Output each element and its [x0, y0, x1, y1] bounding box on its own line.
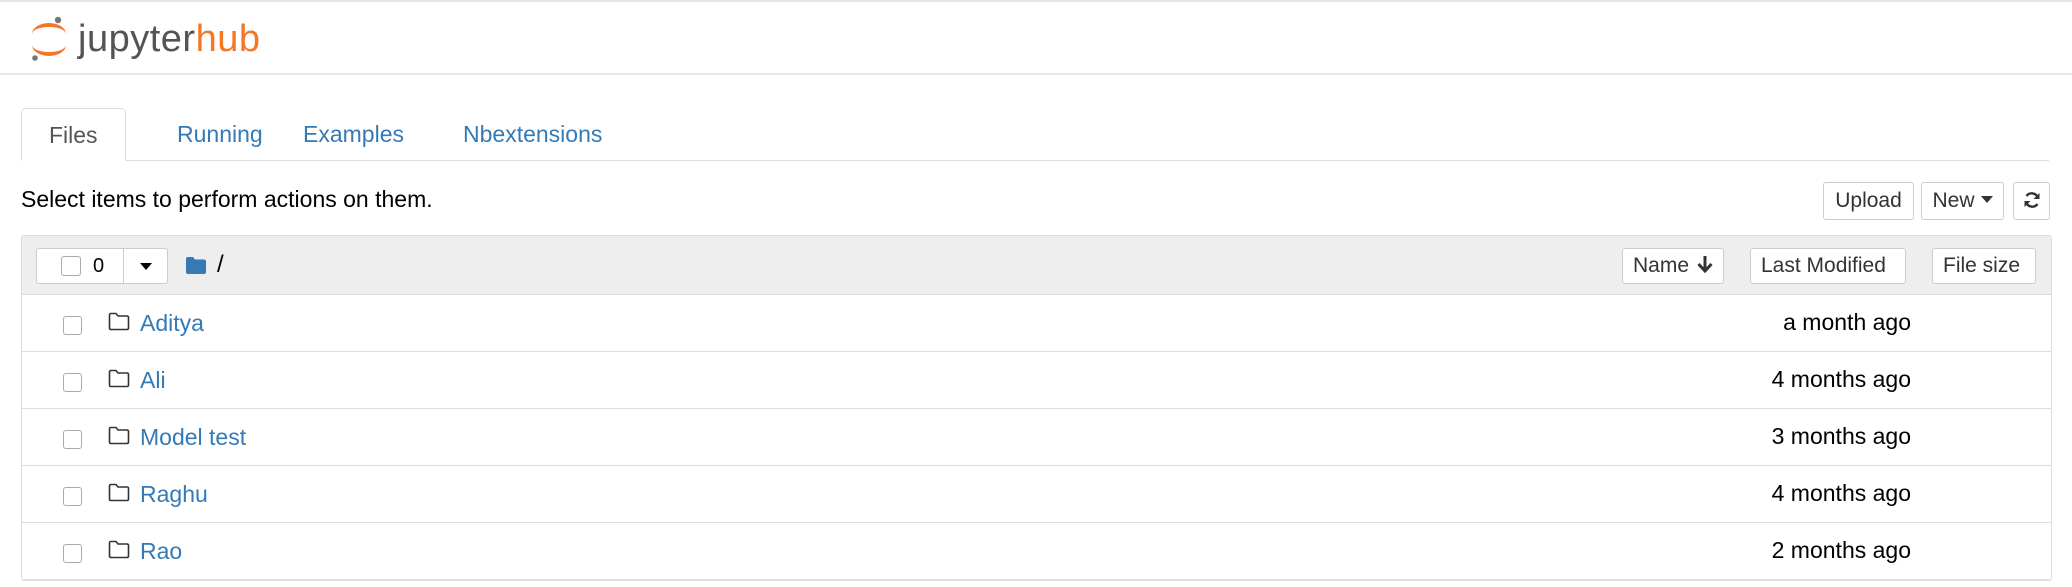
breadcrumb: /: [185, 251, 224, 279]
sort-by-name-button[interactable]: Name: [1622, 248, 1724, 284]
folder-icon: [108, 483, 130, 502]
select-all-checkbox[interactable]: [61, 256, 81, 276]
chevron-down-icon: [1980, 196, 1993, 204]
list-item[interactable]: Ali 4 months ago: [22, 352, 2051, 409]
select-all-checkbox-group[interactable]: 0: [36, 248, 124, 284]
sort-name-label: Name: [1633, 254, 1690, 277]
chevron-down-icon: [139, 262, 152, 270]
tab-examples[interactable]: Examples: [276, 108, 431, 160]
item-name-link[interactable]: Ali: [140, 366, 166, 394]
folder-icon: [108, 426, 130, 445]
list-item[interactable]: Rao 2 months ago: [22, 523, 2051, 580]
folder-icon: [108, 369, 130, 388]
item-name-link[interactable]: Aditya: [140, 309, 204, 337]
tab-nbextensions[interactable]: Nbextensions: [436, 108, 629, 160]
list-item[interactable]: Aditya a month ago: [22, 295, 2051, 352]
upload-button-label: Upload: [1835, 189, 1902, 212]
item-name-link[interactable]: Rao: [140, 537, 182, 565]
jupyterhub-logo[interactable]: jupyterhub: [28, 14, 260, 64]
list-item[interactable]: Model test 3 months ago: [22, 409, 2051, 466]
sort-by-modified-button[interactable]: Last Modified: [1750, 248, 1906, 284]
upload-button[interactable]: Upload: [1823, 182, 1914, 220]
folder-icon: [108, 312, 130, 331]
logo-text-jupyter: jupyter: [78, 18, 196, 60]
new-button-label: New: [1932, 189, 1975, 212]
tab-files[interactable]: Files: [21, 108, 126, 161]
row-checkbox[interactable]: [63, 316, 82, 335]
logo-text: jupyterhub: [78, 14, 260, 64]
file-list: 0 / Name Last Modified File size Aditya …: [21, 235, 2052, 581]
folder-icon: [108, 540, 130, 559]
item-modified: a month ago: [1783, 309, 1911, 335]
tab-bar: Files Running Examples Nbextensions: [21, 108, 2049, 161]
instructions-text: Select items to perform actions on them.: [21, 186, 433, 212]
row-checkbox[interactable]: [63, 544, 82, 563]
logo-text-hub: hub: [195, 18, 261, 60]
new-button[interactable]: New: [1921, 182, 2004, 220]
arrow-down-icon: [1697, 256, 1713, 274]
sort-by-size-button[interactable]: File size: [1932, 248, 2036, 284]
select-all-group: 0: [36, 248, 168, 284]
folder-icon[interactable]: [185, 256, 207, 275]
jupyter-logo-icon: [32, 16, 66, 61]
item-modified: 3 months ago: [1771, 423, 1911, 449]
header-bar: jupyterhub: [0, 2, 2072, 75]
item-modified: 2 months ago: [1771, 537, 1911, 563]
breadcrumb-root[interactable]: /: [217, 251, 224, 279]
file-list-header: 0 / Name Last Modified File size: [22, 236, 2051, 295]
item-name-link[interactable]: Model test: [140, 423, 246, 451]
list-item[interactable]: Raghu 4 months ago: [22, 466, 2051, 523]
item-modified: 4 months ago: [1771, 480, 1911, 506]
tab-running[interactable]: Running: [150, 108, 290, 160]
row-checkbox[interactable]: [63, 487, 82, 506]
item-name-link[interactable]: Raghu: [140, 480, 208, 508]
refresh-button[interactable]: [2013, 182, 2050, 220]
selected-count: 0: [93, 255, 105, 277]
row-checkbox[interactable]: [63, 373, 82, 392]
select-dropdown-button[interactable]: [124, 248, 168, 284]
item-modified: 4 months ago: [1771, 366, 1911, 392]
row-checkbox[interactable]: [63, 430, 82, 449]
refresh-icon: [2024, 192, 2039, 208]
